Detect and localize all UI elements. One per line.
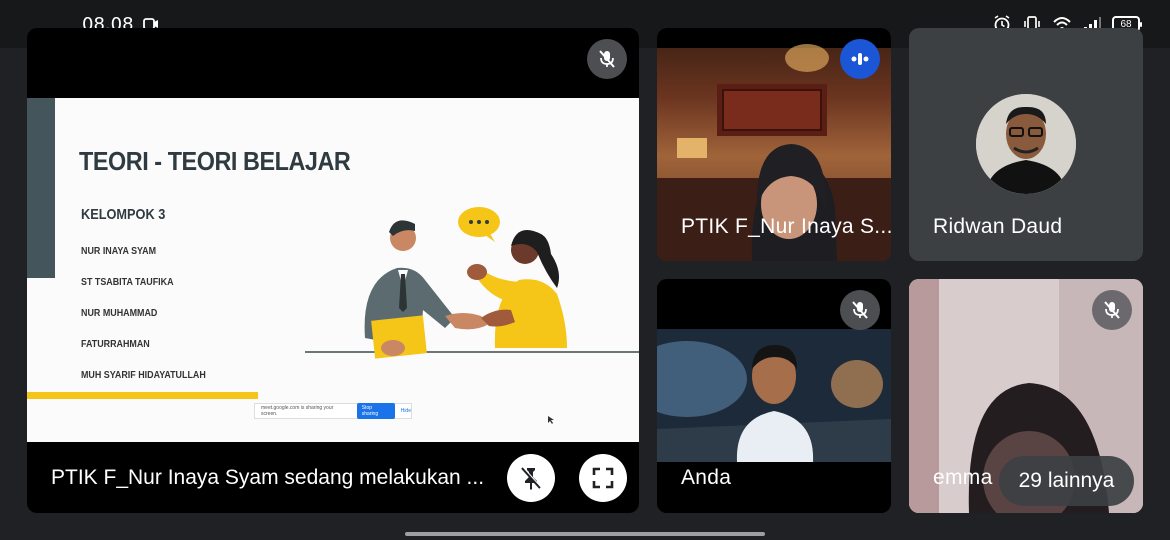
- presentation-tile[interactable]: TEORI - TEORI BELAJAR KELOMPOK 3 NUR INA…: [27, 28, 639, 513]
- participant-tile[interactable]: Anda: [657, 279, 891, 513]
- participant-tile[interactable]: Ridwan Daud: [909, 28, 1143, 261]
- stop-sharing-button: Stop sharing: [356, 403, 395, 419]
- shared-slide: TEORI - TEORI BELAJAR KELOMPOK 3 NUR INA…: [27, 98, 639, 442]
- unpin-icon: [521, 466, 542, 490]
- cursor-icon: [548, 416, 554, 424]
- participant-tile[interactable]: PTIK F_Nur Inaya S...: [657, 28, 891, 261]
- avatar-photo: [976, 94, 1076, 194]
- slide-accent-bar: [27, 98, 55, 278]
- more-participants-button[interactable]: 29 lainnya: [999, 456, 1134, 506]
- unpin-button[interactable]: [507, 454, 555, 502]
- home-indicator[interactable]: [405, 532, 765, 536]
- participant-name: emma: [933, 466, 993, 489]
- fullscreen-button[interactable]: [579, 454, 627, 502]
- mic-off-icon: [1092, 290, 1132, 330]
- participant-name: Ridwan Daud: [933, 215, 1063, 238]
- slide-yellow-bar: [27, 392, 258, 399]
- audio-level-icon: [851, 53, 869, 65]
- meet-call-screen: 08.08 68 TEORI - TEORI BELAJAR KELOMPOK …: [0, 0, 1170, 540]
- slide-member: NUR INAYA SYAM: [81, 245, 157, 257]
- screen-share-bar: meet.google.com is sharing your screen. …: [254, 403, 412, 419]
- slide-subtitle: KELOMPOK 3: [81, 206, 166, 223]
- slide-member: FATURRAHMAN: [81, 338, 150, 350]
- mic-off-icon: [587, 39, 627, 79]
- slide-member: NUR MUHAMMAD: [81, 307, 158, 319]
- participant-name: PTIK F_Nur Inaya S...: [681, 215, 891, 238]
- slide-member: ST TSABITA TAUFIKA: [81, 276, 174, 288]
- handshake-illustration: [305, 207, 639, 359]
- fullscreen-icon: [592, 467, 614, 489]
- speaking-indicator: [840, 39, 880, 79]
- hide-link: Hide: [400, 408, 411, 414]
- mic-off-icon: [840, 290, 880, 330]
- participant-name: Anda: [681, 466, 732, 489]
- slide-member: MUH SYARIF HIDAYATULLAH: [81, 369, 206, 381]
- slide-title: TEORI - TEORI BELAJAR: [79, 146, 351, 176]
- share-status-text: meet.google.com is sharing your screen.: [261, 405, 334, 417]
- avatar: [976, 94, 1076, 194]
- presenter-caption: PTIK F_Nur Inaya Syam sedang melakukan .…: [51, 466, 485, 489]
